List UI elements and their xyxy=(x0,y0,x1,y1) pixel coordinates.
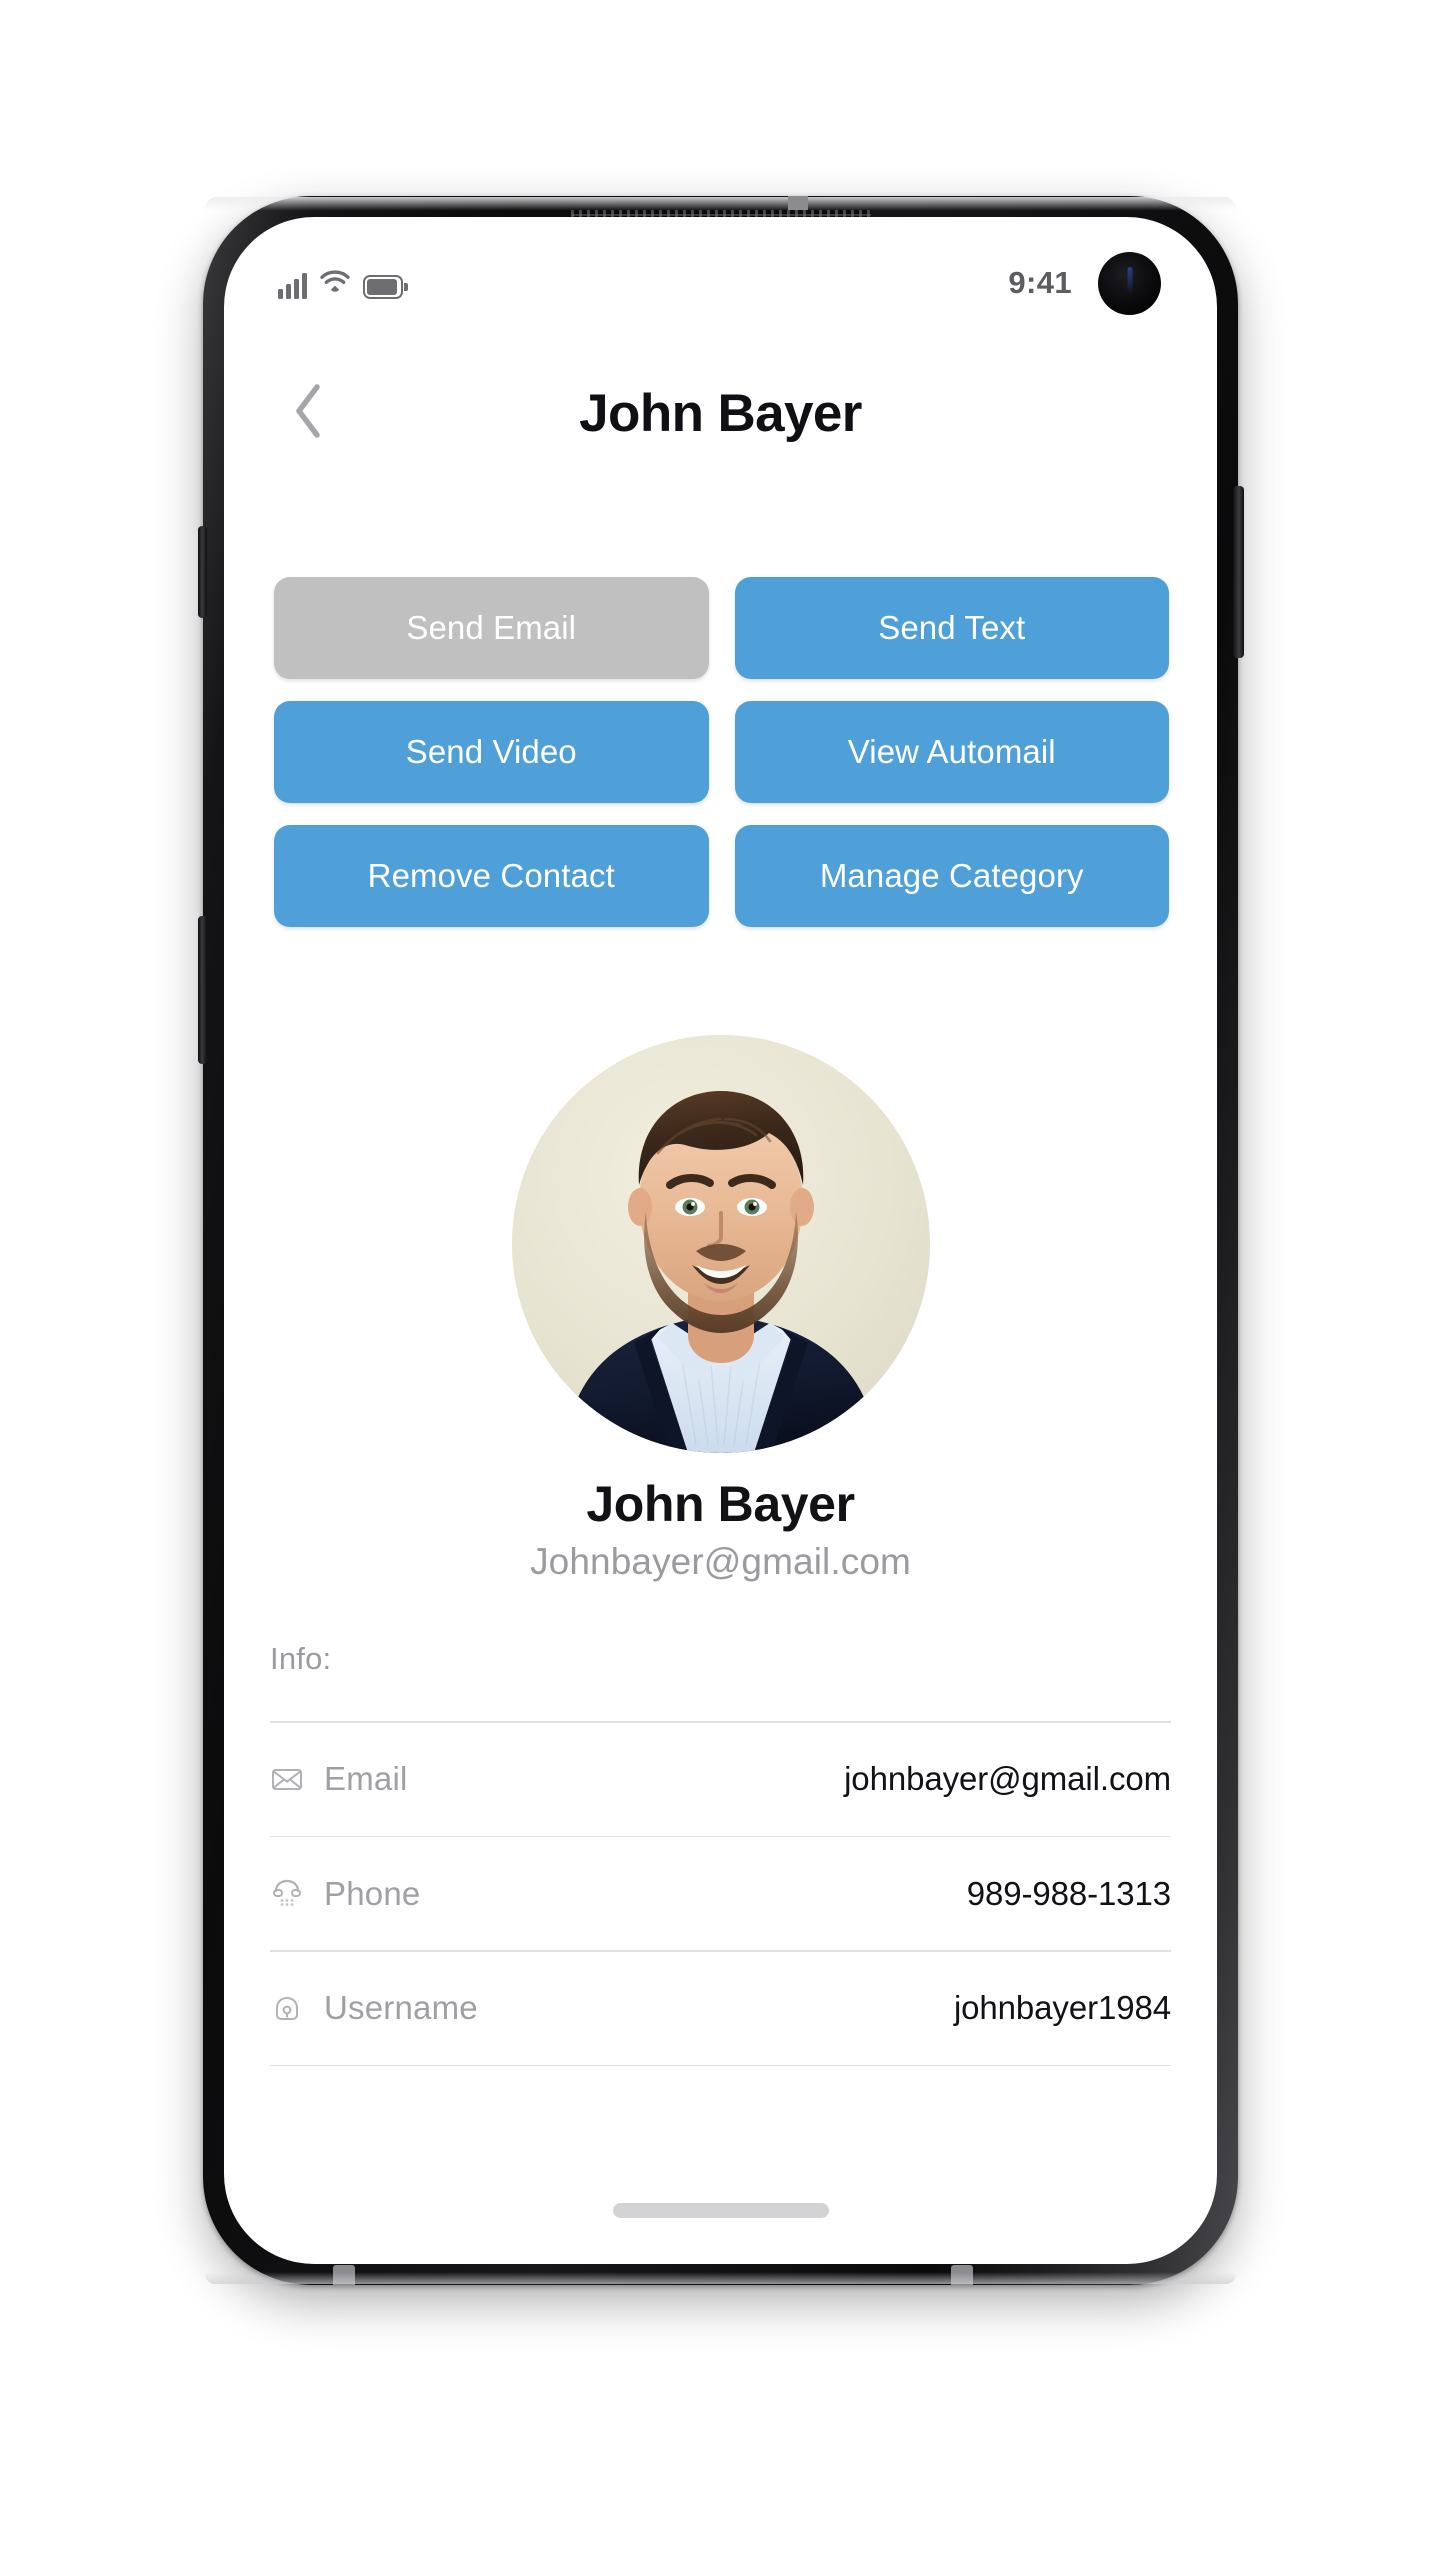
info-section: Info: Email johnbayer@gmail.com Phone 98… xyxy=(224,1641,1217,2067)
info-row-username-left: Username xyxy=(270,1989,478,2027)
antenna-band-bottom-left xyxy=(333,2265,355,2285)
page-title: John Bayer xyxy=(579,383,862,443)
action-button-grid: Send Email Send Text Send Video View Aut… xyxy=(274,577,1169,927)
phone-screen: 9:41 John Bayer Send Email Send Text Sen… xyxy=(224,217,1217,2264)
status-bar-right-group: 9:41 xyxy=(1008,251,1161,315)
send-email-button[interactable]: Send Email xyxy=(274,577,709,679)
info-row-phone[interactable]: Phone 989-988-1313 xyxy=(224,1837,1217,1950)
power-button[interactable] xyxy=(1233,486,1244,658)
info-row-username-value: johnbayer1984 xyxy=(953,1989,1171,2027)
info-row-phone-left: Phone xyxy=(270,1875,420,1913)
wifi-icon xyxy=(320,268,350,299)
profile-identity: John Bayer Johnbayer@gmail.com xyxy=(224,1475,1217,1583)
avatar-image xyxy=(511,1035,930,1453)
info-row-email-value: johnbayer@gmail.com xyxy=(844,1760,1171,1798)
info-row-phone-key: Phone xyxy=(324,1874,421,1912)
info-section-label: Info: xyxy=(270,1641,332,1676)
info-row-email-left: Email xyxy=(270,1760,408,1798)
view-automail-button[interactable]: View Automail xyxy=(734,701,1169,803)
info-row-phone-value: 989-988-1313 xyxy=(966,1874,1171,1912)
manage-category-button[interactable]: Manage Category xyxy=(734,825,1169,927)
volume-up-button[interactable] xyxy=(198,526,207,618)
info-row-username-key: Username xyxy=(324,1989,478,2027)
volume-down-button[interactable] xyxy=(198,916,207,1064)
info-row-email-key: Email xyxy=(324,1760,408,1798)
profile-name: John Bayer xyxy=(586,1476,855,1532)
battery-icon xyxy=(363,274,408,299)
antenna-band-bottom-right xyxy=(951,2265,973,2285)
page-header: John Bayer xyxy=(224,349,1217,477)
home-indicator[interactable] xyxy=(612,2203,829,2218)
chevron-left-icon xyxy=(291,383,325,444)
status-bar-time: 9:41 xyxy=(1008,265,1072,300)
signal-bars-icon xyxy=(278,272,307,299)
lock-icon xyxy=(270,1991,304,2025)
info-row-email[interactable]: Email johnbayer@gmail.com xyxy=(224,1723,1217,1836)
envelope-icon xyxy=(270,1762,304,1796)
send-text-button[interactable]: Send Text xyxy=(734,577,1169,679)
info-row-username[interactable]: Username johnbayer1984 xyxy=(224,1952,1217,2065)
phone-device-frame: 9:41 John Bayer Send Email Send Text Sen… xyxy=(198,196,1244,2285)
telephone-icon xyxy=(270,1877,304,1911)
remove-contact-button[interactable]: Remove Contact xyxy=(274,825,709,927)
front-camera-punch-hole-icon xyxy=(1098,251,1161,315)
avatar[interactable] xyxy=(511,1035,930,1453)
status-bar: 9:41 xyxy=(224,217,1217,349)
screenshot-canvas: 9:41 John Bayer Send Email Send Text Sen… xyxy=(0,0,1440,2560)
profile-email: Johnbayer@gmail.com xyxy=(530,1541,911,1582)
info-divider-3 xyxy=(270,2064,1171,2067)
send-video-button[interactable]: Send Video xyxy=(274,701,709,803)
status-bar-left-group xyxy=(278,268,408,299)
back-button[interactable] xyxy=(276,381,340,445)
